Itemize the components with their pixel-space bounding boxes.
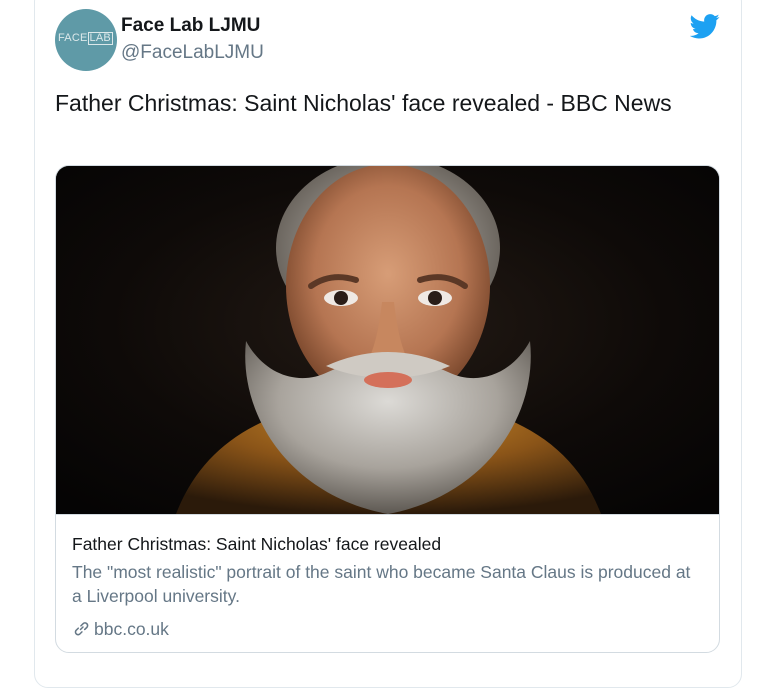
tweet-text: Father Christmas: Saint Nicholas' face r… — [55, 90, 672, 116]
card-domain: bbc.co.uk — [94, 619, 169, 639]
link-icon — [74, 622, 89, 636]
author-name[interactable]: Face Lab LJMU — [121, 14, 260, 38]
card-description: The "most realistic" portrait of the sai… — [72, 562, 691, 606]
author-handle[interactable]: @FaceLabLJMU — [121, 41, 264, 65]
avatar-logo-text: FACE LAB — [58, 32, 113, 45]
link-preview-card[interactable]: Father Christmas: Saint Nicholas' face r… — [55, 165, 720, 653]
twitter-bird-icon[interactable] — [690, 14, 720, 39]
card-image — [56, 166, 719, 514]
card-title[interactable]: Father Christmas: Saint Nicholas' face r… — [72, 532, 441, 556]
card-domain-link[interactable]: bbc.co.uk — [72, 617, 169, 641]
card-body: Father Christmas: Saint Nicholas' face r… — [56, 514, 719, 652]
avatar[interactable]: FACE LAB — [55, 9, 117, 71]
